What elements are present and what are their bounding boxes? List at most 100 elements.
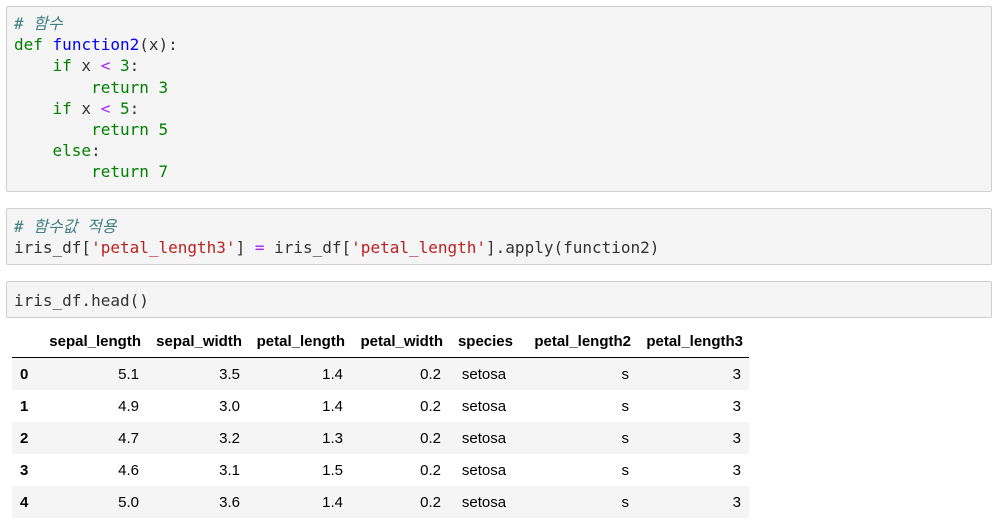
code-cell-function-def[interactable]: # 함수 def function2(x): if x < 3: return 3… (6, 6, 992, 192)
code-token: < (100, 98, 111, 118)
table-cell: s (621, 429, 630, 447)
table-cell: s (621, 397, 630, 415)
code-line: return 5 (14, 119, 178, 140)
table-row: 4 5.0 3.6 1.4 0.2 setosa s 3 (12, 486, 749, 518)
table-cell: 4.9 (118, 397, 139, 415)
column-header: petal_width (351, 325, 449, 358)
table-cell: 3 (732, 461, 741, 479)
code-line: # 함수값 적용 (14, 216, 659, 237)
column-header: petal_length3 (637, 325, 749, 358)
table-cell: s (621, 365, 630, 383)
code-line: if x < 3: (14, 55, 178, 76)
table-cell: 1.3 (322, 429, 343, 447)
row-index: 1 (20, 397, 29, 415)
code-token: if (52, 56, 72, 76)
code-line: if x < 5: (14, 98, 178, 119)
code-token: # 함수값 적용 (14, 217, 117, 236)
table-row: 2 4.7 3.2 1.3 0.2 setosa s 3 (12, 422, 749, 454)
code-token: iris_df[ (14, 238, 92, 258)
code-token: return (91, 119, 149, 139)
code-token: def (14, 35, 43, 55)
code-token: 'petal_length3' (91, 238, 236, 258)
table-cell: 1.4 (322, 397, 343, 415)
table-cell: 3.6 (219, 493, 240, 511)
output-area: sepal_length sepal_width petal_length pe… (12, 325, 749, 518)
code-token: # 함수 (14, 14, 63, 33)
code-token: x (71, 56, 101, 76)
table-row: 3 4.6 3.1 1.5 0.2 setosa s 3 (12, 454, 749, 486)
code-cell-apply[interactable]: # 함수값 적용 iris_df['petal_length3'] = iris_… (6, 208, 992, 265)
code-token: return (91, 77, 149, 97)
code-token: 3 (158, 77, 169, 97)
table-cell: 0.2 (420, 365, 441, 383)
code-token: iris_df[ (264, 238, 352, 258)
table-cell: 3 (732, 493, 741, 511)
row-index: 0 (20, 365, 29, 383)
table-cell: 0.2 (420, 397, 441, 415)
index-header (12, 325, 40, 358)
code-token: (x): (139, 35, 178, 55)
code-line: iris_df.head() (14, 290, 149, 311)
column-header: petal_length2 (519, 325, 637, 358)
code-line: # 함수 (14, 13, 178, 34)
table-cell: s (621, 461, 630, 479)
code-token: 'petal_length' (351, 238, 487, 258)
code-token: x (71, 98, 101, 118)
table-row: 1 4.9 3.0 1.4 0.2 setosa s 3 (12, 390, 749, 422)
code-token: 3 (119, 56, 130, 76)
table-cell: 1.4 (322, 365, 343, 383)
code-line: iris_df['petal_length3'] = iris_df['peta… (14, 237, 659, 258)
code-editor[interactable]: iris_df.head() (14, 290, 149, 311)
code-line: return 7 (14, 161, 178, 182)
table-cell: setosa (461, 461, 507, 479)
table-cell: 3 (732, 365, 741, 383)
code-token: function2 (52, 35, 140, 55)
code-token: 5 (119, 98, 130, 118)
table-cell: 5.0 (118, 493, 139, 511)
table-cell: 1.5 (322, 461, 343, 479)
table-cell: 3 (732, 429, 741, 447)
table-cell: s (621, 493, 630, 511)
code-line: return 3 (14, 77, 178, 98)
code-line: def function2(x): (14, 34, 178, 55)
column-header: sepal_length (40, 325, 147, 358)
table-cell: setosa (461, 365, 507, 383)
code-token: : (129, 56, 140, 76)
table-cell: 3.0 (219, 397, 240, 415)
table-cell: 0.2 (420, 493, 441, 511)
code-token: : (129, 98, 140, 118)
table-cell: setosa (461, 493, 507, 511)
table-cell: 3.5 (219, 365, 240, 383)
table-cell: 1.4 (322, 493, 343, 511)
code-token: 5 (158, 119, 169, 139)
code-cell-head[interactable]: iris_df.head() (6, 281, 992, 318)
table-cell: 3 (732, 397, 741, 415)
code-editor[interactable]: # 함수값 적용 iris_df['petal_length3'] = iris_… (14, 216, 659, 258)
code-token: if (52, 98, 72, 118)
code-token: iris_df.head() (14, 291, 149, 310)
table-cell: 4.7 (118, 429, 139, 447)
table-cell: 3.2 (219, 429, 240, 447)
code-token: < (100, 56, 111, 76)
code-token: return (91, 162, 149, 182)
table-cell: 0.2 (420, 429, 441, 447)
table-row: 0 5.1 3.5 1.4 0.2 setosa s 3 (12, 357, 749, 390)
table-header-row: sepal_length sepal_width petal_length pe… (12, 325, 749, 358)
code-editor[interactable]: # 함수 def function2(x): if x < 3: return 3… (14, 13, 178, 183)
code-token: ] (235, 238, 255, 258)
code-line: else: (14, 140, 178, 161)
table-cell: 0.2 (420, 461, 441, 479)
column-header: petal_length (248, 325, 351, 358)
column-header: sepal_width (147, 325, 248, 358)
table-cell: setosa (461, 397, 507, 415)
